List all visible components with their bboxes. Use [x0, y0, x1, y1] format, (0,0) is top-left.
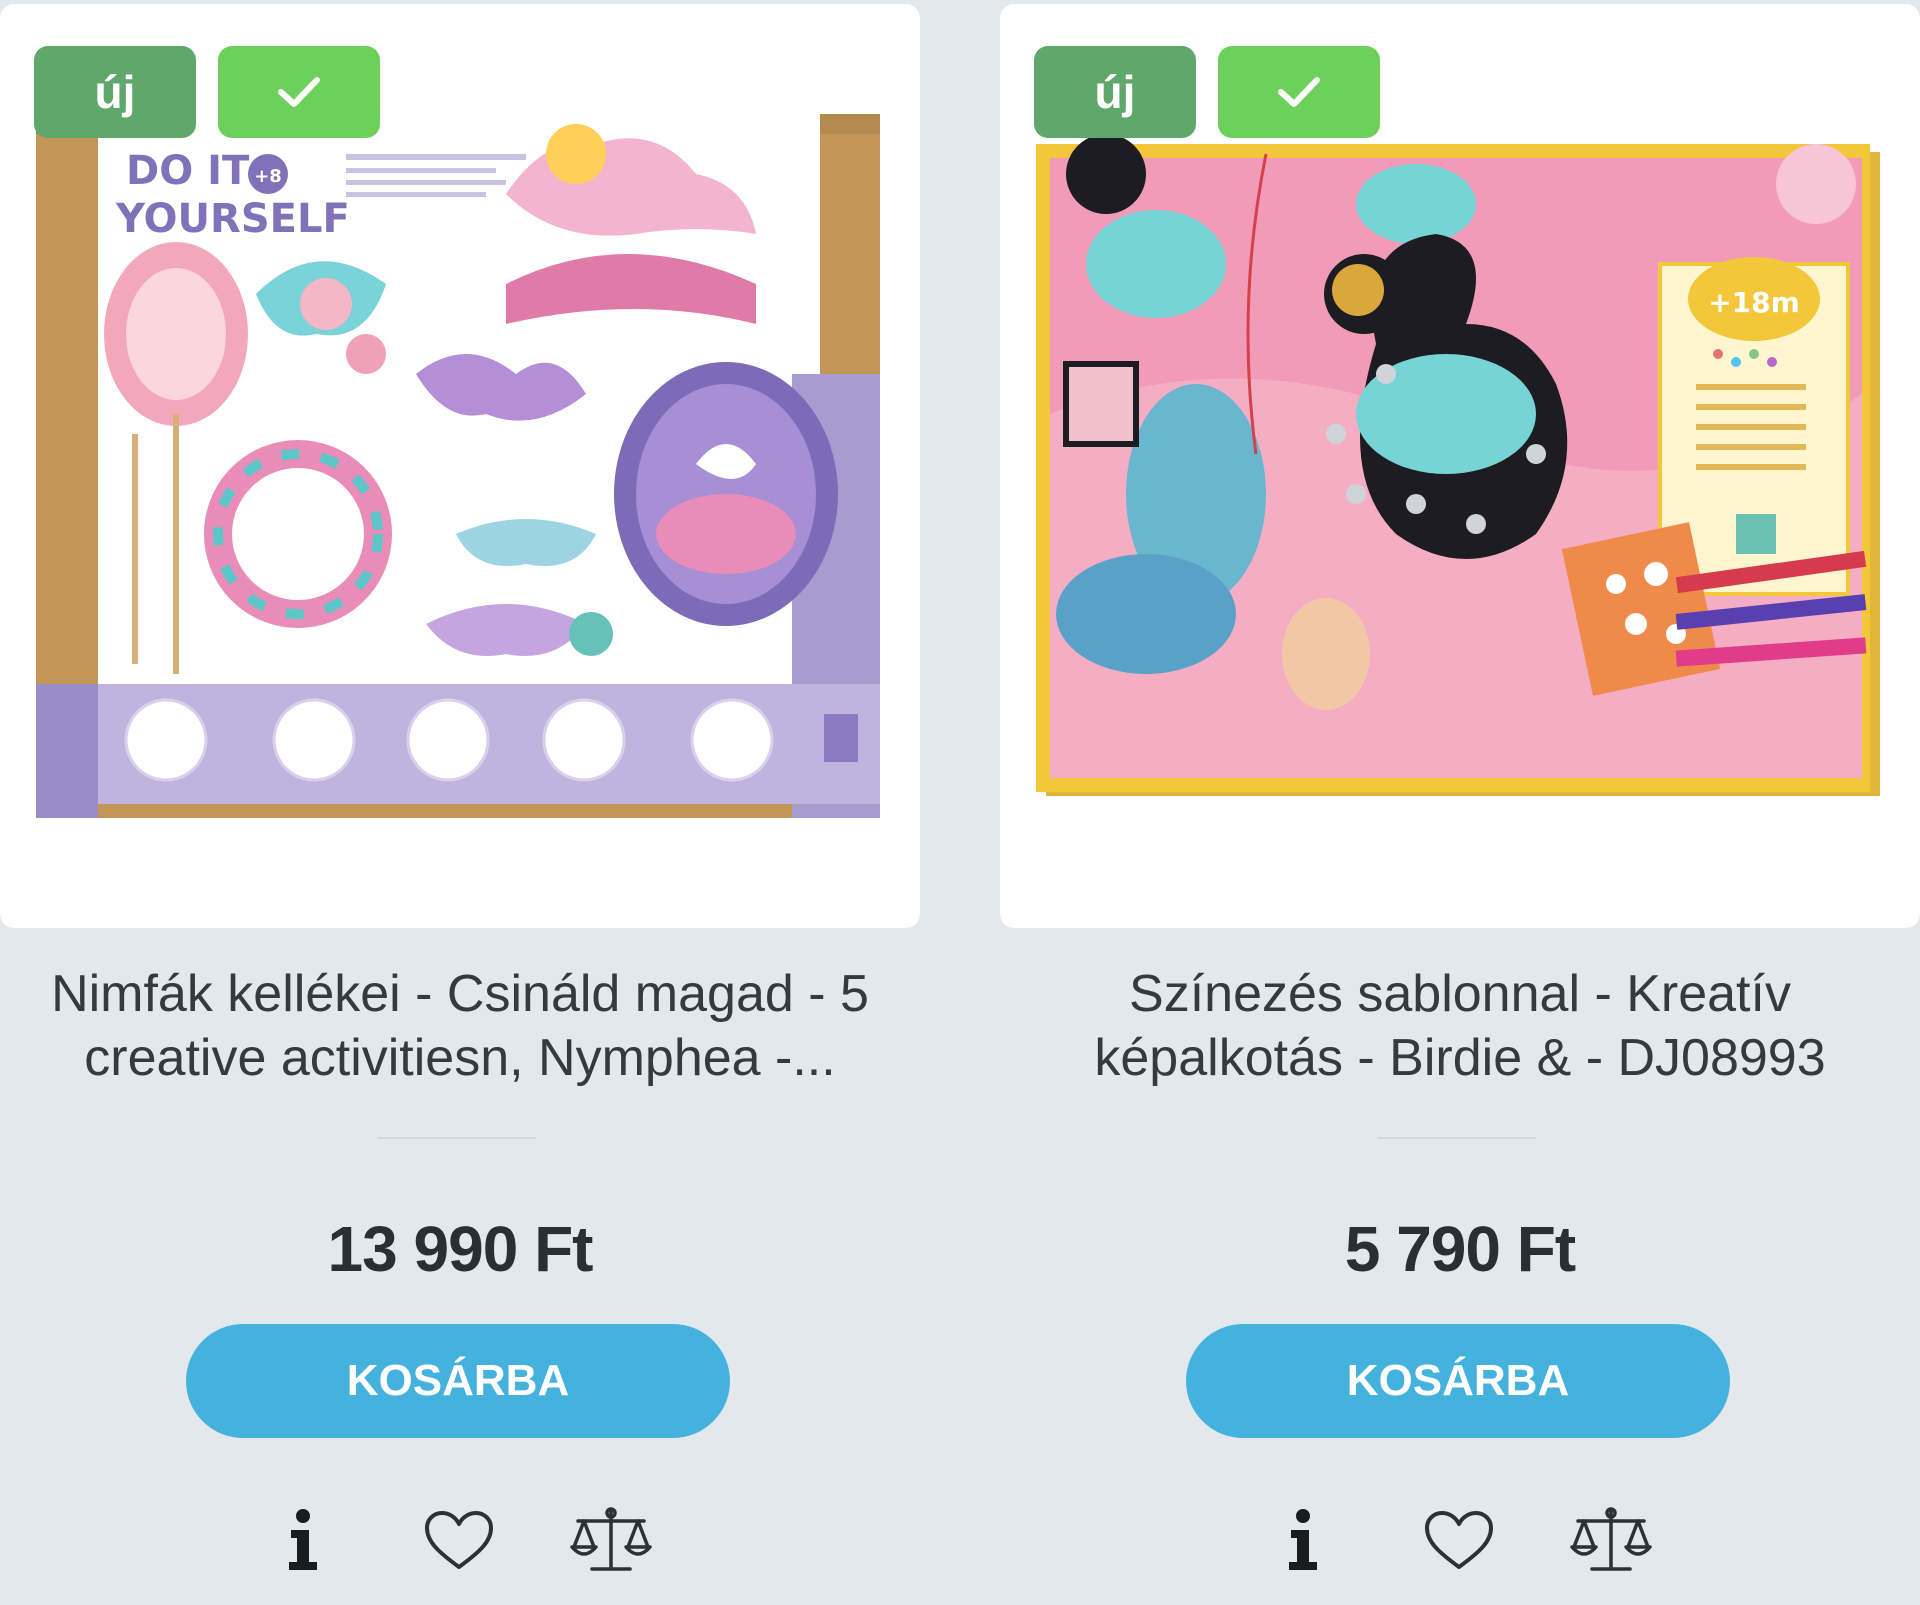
product-title[interactable]: Nimfák kellékei - Csináld magad - 5 crea… [0, 962, 920, 1090]
product-card: +18m új Színezés sablonnal - Kreatív kép… [1000, 0, 1920, 1605]
check-badge [1218, 46, 1380, 138]
heart-icon [425, 1511, 493, 1569]
compare-button[interactable] [566, 1500, 656, 1580]
age-badge: +18m [1708, 286, 1800, 319]
product-price: 13 990 Ft [327, 1213, 594, 1285]
compare-button[interactable] [1566, 1500, 1656, 1580]
info-icon [289, 1509, 317, 1570]
add-to-cart-button[interactable]: KOSÁRBA [1186, 1324, 1730, 1438]
compare-scale-icon [570, 1507, 652, 1571]
product-title[interactable]: Színezés sablonnal - Kreatív képalkotás … [1000, 962, 1920, 1090]
wishlist-button[interactable] [1414, 1500, 1504, 1580]
info-icon [1289, 1509, 1317, 1570]
info-button[interactable] [1258, 1500, 1348, 1580]
new-badge: új [34, 46, 196, 138]
wishlist-button[interactable] [414, 1500, 504, 1580]
info-button[interactable] [258, 1500, 348, 1580]
product-card: DO IT YOURSELF +8 új Nimfák kellékei - C… [0, 0, 920, 1605]
product-image-container[interactable]: +18m új [1000, 4, 1920, 928]
divider [378, 1137, 536, 1139]
heart-icon [1425, 1511, 1493, 1569]
age-badge: +8 [254, 166, 282, 187]
divider [1378, 1137, 1536, 1139]
product-image[interactable]: +18m [1036, 114, 1880, 818]
product-image-container[interactable]: DO IT YOURSELF +8 új [0, 4, 920, 928]
product-price: 5 790 Ft [1344, 1213, 1576, 1285]
check-badge [218, 46, 380, 138]
new-badge: új [1034, 46, 1196, 138]
compare-scale-icon [1570, 1507, 1652, 1571]
brand-logo-text: YOURSELF [115, 196, 350, 242]
check-icon [1278, 77, 1320, 107]
check-icon [278, 77, 320, 107]
product-image[interactable]: DO IT YOURSELF +8 [36, 114, 880, 818]
add-to-cart-button[interactable]: KOSÁRBA [186, 1324, 730, 1438]
brand-logo-text: DO IT [126, 148, 250, 194]
